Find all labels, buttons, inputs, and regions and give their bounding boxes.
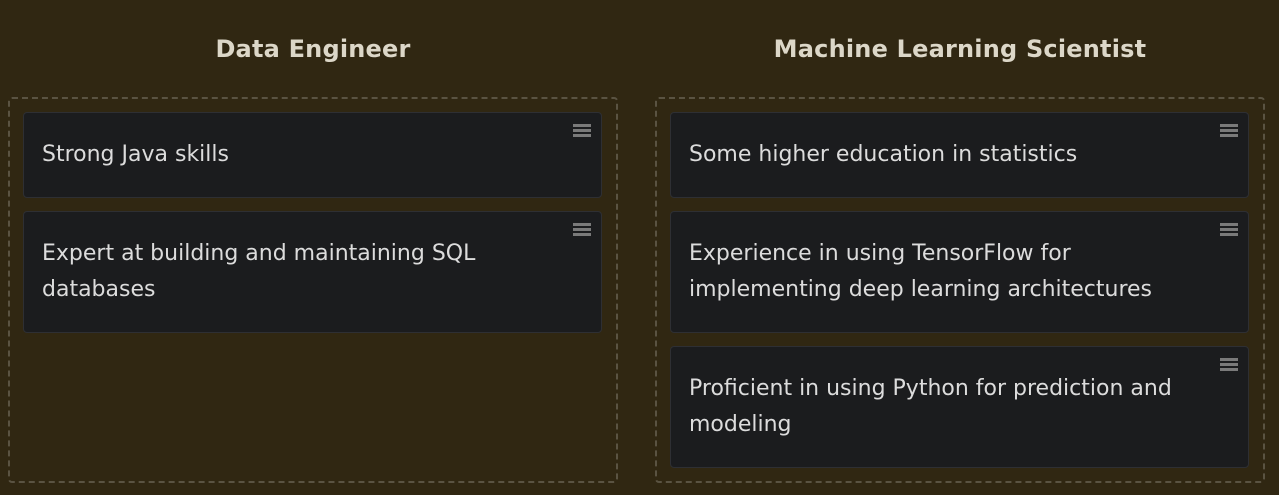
card-text: Proficient in using Python for predictio… [689, 376, 1172, 437]
draggable-card[interactable]: Expert at building and maintaining SQL d… [23, 211, 602, 333]
draggable-card[interactable]: Proficient in using Python for predictio… [670, 346, 1249, 468]
card-text: Expert at building and maintaining SQL d… [42, 241, 476, 302]
column-machine-learning-scientist: Machine Learning Scientist Some higher e… [655, 0, 1265, 483]
column-data-engineer: Data Engineer Strong Java skills Expert … [8, 0, 618, 483]
column-title: Data Engineer [215, 35, 411, 63]
card-text: Experience in using TensorFlow for imple… [689, 241, 1153, 302]
drag-handle-icon[interactable] [573, 223, 591, 237]
column-title: Machine Learning Scientist [773, 35, 1147, 63]
drag-handle-icon[interactable] [1220, 223, 1238, 237]
card-text: Some higher education in statistics [689, 142, 1078, 167]
draggable-card[interactable]: Experience in using TensorFlow for imple… [670, 211, 1249, 333]
drag-handle-icon[interactable] [1220, 358, 1238, 372]
drag-handle-icon[interactable] [1220, 124, 1238, 138]
draggable-card[interactable]: Strong Java skills [23, 112, 602, 198]
drag-drop-board: Data Engineer Strong Java skills Expert … [0, 0, 1279, 495]
dropzone-data-engineer[interactable]: Strong Java skills Expert at building an… [8, 97, 618, 483]
draggable-card[interactable]: Some higher education in statistics [670, 112, 1249, 198]
drag-handle-icon[interactable] [573, 124, 591, 138]
card-text: Strong Java skills [42, 142, 229, 167]
dropzone-machine-learning-scientist[interactable]: Some higher education in statistics Expe… [655, 97, 1265, 483]
